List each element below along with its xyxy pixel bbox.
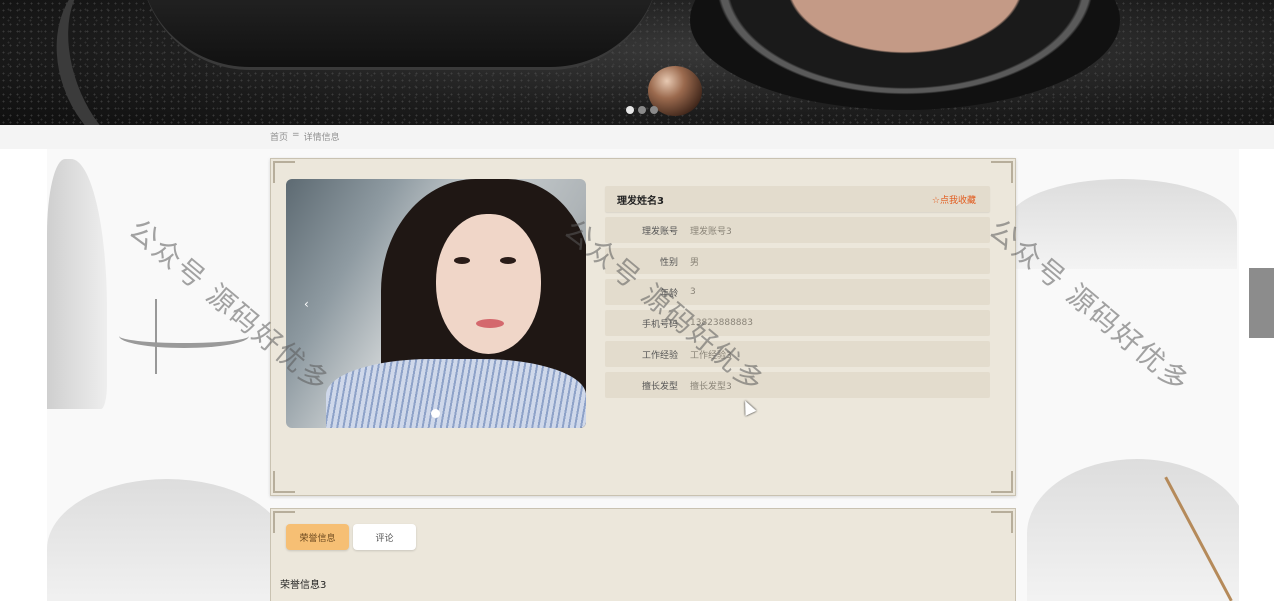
tab-content: 荣誉信息3	[280, 580, 327, 591]
banner-dot[interactable]	[626, 106, 634, 114]
banner-dot[interactable]	[650, 106, 658, 114]
field-value: 工作经验3	[690, 350, 732, 361]
field-label: 性别	[659, 257, 678, 268]
corner-ornament	[991, 471, 1013, 493]
ink-mountain	[1027, 459, 1239, 601]
field-row: 擅长发型 擅长发型3	[605, 372, 990, 398]
breadcrumb-separator: =	[292, 130, 300, 140]
breadcrumb-bar: 首页 = 详情信息	[0, 125, 1274, 149]
chevron-left-icon[interactable]: ‹	[304, 297, 309, 311]
field-value: 3	[690, 287, 696, 297]
field-row: 性别 男	[605, 248, 990, 274]
field-value: 擅长发型3	[690, 381, 732, 392]
photo-eye	[500, 257, 516, 264]
tab-honors[interactable]: 荣誉信息	[286, 524, 349, 550]
detail-title: 理发姓名3	[617, 195, 664, 207]
field-row: 年龄 3	[605, 279, 990, 305]
breadcrumb-current: 详情信息	[303, 133, 340, 143]
ink-boat	[119, 324, 249, 348]
corner-ornament	[991, 511, 1013, 533]
field-label: 年龄	[659, 288, 678, 299]
banner-pagination[interactable]	[626, 106, 658, 114]
field-label: 理发账号	[641, 226, 678, 237]
ink-cliff	[47, 159, 107, 409]
detail-title-row: 理发姓名3 ☆点我收藏	[605, 186, 990, 212]
ink-mountain	[1007, 179, 1237, 269]
photo-pager-dot[interactable]	[431, 409, 440, 418]
field-value: 13823888883	[690, 318, 753, 328]
profile-photo-carousel[interactable]: ‹	[286, 179, 586, 428]
corner-ornament	[273, 471, 295, 493]
field-value: 理发账号3	[690, 226, 732, 237]
photo-shirt	[326, 359, 586, 428]
field-row: 工作经验 工作经验3	[605, 341, 990, 367]
tabs-panel: 荣誉信息 评论 荣誉信息3	[270, 508, 1016, 601]
side-scroll-handle[interactable]	[1249, 268, 1274, 338]
banner-carousel[interactable]	[0, 0, 1274, 125]
photo-lips	[476, 319, 504, 328]
favorite-button[interactable]: ☆点我收藏	[932, 193, 976, 206]
banner-puff	[140, 0, 660, 70]
banner-dot[interactable]	[638, 106, 646, 114]
corner-ornament	[991, 161, 1013, 183]
field-label: 工作经验	[641, 350, 678, 361]
field-label: 擅长发型	[641, 381, 678, 392]
tab-comments[interactable]: 评论	[353, 524, 416, 550]
detail-panel: ‹ 理发姓名3 ☆点我收藏 理发账号 理发账号3 性别 男 年龄 3 手机号码 …	[270, 158, 1016, 496]
photo-face	[436, 214, 541, 354]
breadcrumb: 首页 = 详情信息	[270, 130, 340, 143]
field-label: 手机号码	[641, 319, 678, 330]
detail-info: 理发姓名3 ☆点我收藏 理发账号 理发账号3 性别 男 年龄 3 手机号码 13…	[605, 186, 990, 403]
tab-bar: 荣誉信息 评论	[286, 524, 416, 550]
ink-mountain	[47, 479, 287, 601]
field-row: 手机号码 13823888883	[605, 310, 990, 336]
breadcrumb-home[interactable]: 首页	[270, 130, 288, 143]
field-value: 男	[690, 257, 700, 268]
photo-eye	[454, 257, 470, 264]
field-row: 理发账号 理发账号3	[605, 217, 990, 243]
